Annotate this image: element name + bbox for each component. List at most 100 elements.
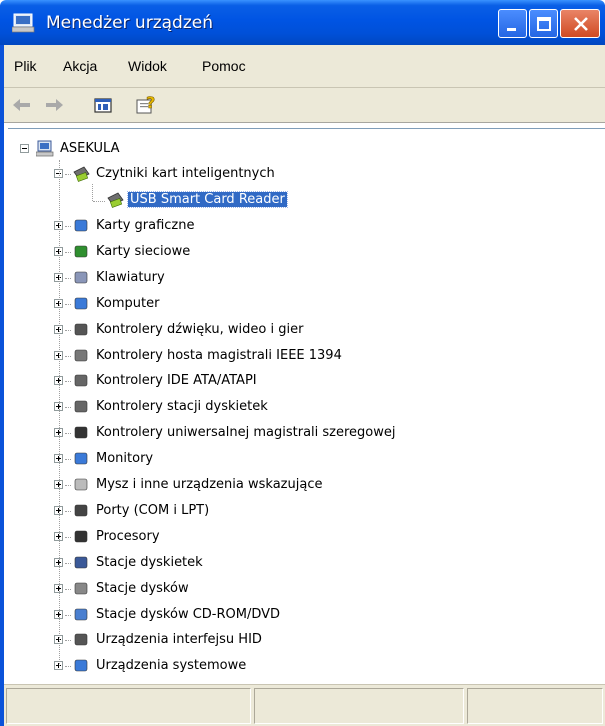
- status-bar: [4, 684, 605, 726]
- tree-connector-line: [65, 536, 71, 538]
- tree-connector-line: [65, 251, 71, 253]
- category-label: Kontrolery uniwersalnej magistrali szere…: [96, 425, 396, 441]
- tree-category[interactable]: Procesory: [8, 525, 528, 550]
- sound-video-icon: [74, 323, 88, 335]
- minimize-button[interactable]: [498, 9, 527, 38]
- minimize-icon: [507, 28, 516, 31]
- svg-text:?: ?: [146, 94, 155, 112]
- category-label: Stacje dyskietek: [96, 554, 203, 570]
- tree-category[interactable]: Karty graficzne: [8, 214, 528, 239]
- tree-connector-line: [65, 226, 71, 227]
- tree-connector-line: [65, 459, 71, 461]
- window-frame: [0, 45, 4, 726]
- tree-connector-line: [93, 201, 105, 202]
- status-pane-3: [467, 688, 603, 724]
- device-tree[interactable]: ASEKULA Czytniki kart inteligentnych USB…: [8, 128, 605, 676]
- hid-icon: [74, 634, 88, 646]
- toolbar: ?: [4, 88, 605, 123]
- category-label: Karty graficzne: [96, 218, 195, 233]
- maximize-icon: [537, 17, 551, 31]
- smart-card-reader-icon: [73, 166, 90, 182]
- tree-connector-line: [65, 381, 71, 383]
- tree-category[interactable]: Mysz i inne urządzenia wskazujące: [8, 473, 528, 498]
- category-label: Monitory: [96, 451, 154, 467]
- tree-connector-line: [65, 303, 71, 305]
- menu-pomoc[interactable]: Pomoc: [202, 58, 246, 74]
- category-label: Procesory: [96, 528, 160, 544]
- tree-category[interactable]: Kontrolery IDE ATA/ATAPI: [8, 369, 528, 394]
- tree-category[interactable]: Porty (COM i LPT): [8, 499, 528, 524]
- tree-category[interactable]: Urządzenia interfejsu HID: [8, 628, 528, 653]
- close-icon: [574, 17, 588, 31]
- tree-connector-line: [65, 588, 71, 590]
- mouse-icon: [74, 478, 88, 491]
- title-bar[interactable]: Menedżer urządzeń: [0, 0, 605, 45]
- computer-icon: [74, 297, 88, 309]
- arrow-right-icon[interactable]: [42, 94, 66, 116]
- category-label: Stacje dysków: [96, 580, 189, 596]
- tree-category[interactable]: Komputer: [8, 292, 528, 317]
- tree-connector-line: [65, 614, 71, 616]
- tree-category[interactable]: Klawiatury: [8, 266, 528, 291]
- status-pane-2: [254, 688, 464, 724]
- tree-category[interactable]: Kontrolery dźwięku, wideo i gier: [8, 318, 528, 343]
- tree-connector-line: [65, 485, 71, 486]
- tree-connector-line: [65, 174, 71, 175]
- help-icon[interactable]: ?: [134, 94, 158, 116]
- tree-connector-line: [59, 160, 60, 667]
- category-label: Kontrolery hosta magistrali IEEE 1394: [96, 347, 342, 363]
- tree-connector-line: [65, 329, 71, 331]
- cdrom-icon: [74, 608, 88, 620]
- category-label: Kontrolery IDE ATA/ATAPI: [96, 373, 257, 389]
- tree-category[interactable]: Monitory: [8, 447, 528, 472]
- maximize-button[interactable]: [529, 9, 558, 38]
- tree-category[interactable]: Urządzenia systemowe: [8, 654, 528, 679]
- properties-icon[interactable]: [92, 94, 116, 116]
- monitor-icon: [74, 452, 88, 465]
- tree-category[interactable]: Stacje dysków CD-ROM/DVD: [8, 603, 528, 628]
- processor-icon: [74, 530, 88, 543]
- tree-connector-line: [65, 666, 71, 668]
- category-label: Karty sieciowe: [96, 243, 191, 259]
- category-label: Kontrolery dźwięku, wideo i gier: [96, 321, 304, 337]
- tree-category[interactable]: Kontrolery uniwersalnej magistrali szere…: [8, 421, 528, 446]
- tree-root[interactable]: ASEKULA: [8, 137, 308, 162]
- display-adapter-icon: [74, 219, 88, 232]
- arrow-left-icon[interactable]: [10, 94, 34, 116]
- tree-connector-line: [65, 640, 71, 642]
- tree-category[interactable]: Kontrolery hosta magistrali IEEE 1394: [8, 344, 528, 369]
- tree-category[interactable]: Stacje dyskietek: [8, 551, 528, 576]
- category-label: Komputer: [96, 295, 160, 311]
- root-label: ASEKULA: [60, 141, 120, 156]
- tree-category[interactable]: Stacje dysków: [8, 577, 528, 602]
- tree-category[interactable]: Kontrolery stacji dyskietek: [8, 395, 528, 420]
- computer-icon: [36, 140, 54, 157]
- device-manager-icon: [12, 13, 35, 33]
- system-device-icon: [74, 659, 88, 672]
- category-label: Klawiatury: [96, 269, 165, 285]
- category-label: Urządzenia systemowe: [96, 658, 247, 674]
- smart-card-reader-icon: [107, 192, 124, 208]
- port-icon: [74, 504, 88, 517]
- ide-controller-icon: [74, 375, 88, 387]
- device-label-usb-smart-card-reader: USB Smart Card Reader: [127, 191, 288, 208]
- ieee1394-icon: [74, 349, 88, 361]
- category-label: Kontrolery stacji dyskietek: [96, 399, 268, 415]
- menu-widok[interactable]: Widok: [128, 58, 167, 74]
- tree-connector-line: [65, 407, 71, 409]
- close-button[interactable]: [560, 9, 600, 38]
- menu-plik[interactable]: Plik: [14, 58, 37, 74]
- tree-device-usb-smart-card-reader[interactable]: USB Smart Card Reader: [8, 188, 408, 213]
- tree-connector-line: [65, 277, 71, 279]
- category-label: Stacje dysków CD-ROM/DVD: [96, 606, 281, 622]
- floppy-controller-icon: [74, 400, 88, 413]
- disk-drive-icon: [74, 582, 88, 594]
- menu-bar: Plik Akcja Widok Pomoc: [4, 45, 605, 88]
- floppy-drive-icon: [74, 556, 88, 568]
- category-label-smart-card-readers: Czytniki kart inteligentnych: [96, 166, 275, 181]
- menu-akcja[interactable]: Akcja: [63, 58, 97, 74]
- tree-category[interactable]: Karty sieciowe: [8, 240, 528, 265]
- tree-connector-line: [92, 184, 93, 201]
- collapse-root-expander[interactable]: [20, 144, 29, 153]
- network-adapter-icon: [74, 245, 88, 258]
